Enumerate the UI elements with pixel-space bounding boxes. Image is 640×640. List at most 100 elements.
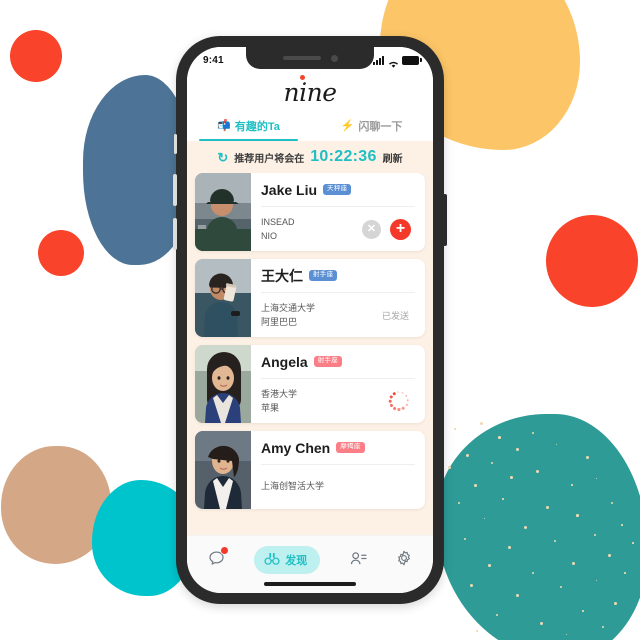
avatar	[195, 345, 251, 423]
user-meta: 上海创智活大学	[261, 480, 324, 494]
avatar	[195, 431, 251, 509]
decor-speckle	[582, 610, 584, 612]
status-time: 9:41	[203, 55, 224, 66]
add-user-button[interactable]: +	[390, 219, 411, 240]
decor-speckle	[491, 462, 493, 464]
volume-up-button[interactable]	[173, 174, 177, 206]
decor-speckle	[624, 572, 626, 574]
decor-speckle	[621, 524, 623, 526]
decor-teal-blob	[436, 414, 640, 640]
card-body: Jake Liu 天秤座 INSEAD NIO ✕ +	[251, 173, 425, 251]
refresh-countdown-timer: 10:22:36	[310, 148, 376, 166]
decor-speckle	[516, 448, 519, 451]
user-name: 王大仁	[261, 266, 303, 286]
refresh-action-button[interactable]: 刷新	[383, 150, 403, 165]
user-school: INSEAD	[261, 216, 295, 228]
decor-speckle	[496, 614, 498, 616]
decor-speckle	[458, 502, 460, 504]
screenshot-canvas: 9:41 nine 📬 有趣的Ta ⚡ 闪聊一下 ↻ 推荐用户将会在 10:22…	[0, 0, 640, 640]
decor-red-circle-top-left	[10, 30, 62, 82]
card-footer: 上海创智活大学	[261, 465, 415, 509]
decor-speckle	[614, 602, 617, 605]
table-row[interactable]: 王大仁 射手座 上海交通大学 阿里巴巴 已发送	[195, 259, 425, 337]
decor-red-circle-right	[546, 215, 638, 307]
card-header: 王大仁 射手座	[261, 259, 415, 293]
decor-speckle	[480, 422, 483, 425]
refresh-icon: ↻	[217, 151, 228, 164]
decor-speckle	[602, 626, 604, 628]
user-school: 香港大学	[261, 388, 297, 400]
volume-down-button[interactable]	[173, 218, 177, 250]
phone-device: 9:41 nine 📬 有趣的Ta ⚡ 闪聊一下 ↻ 推荐用户将会在 10:22…	[176, 36, 444, 604]
wifi-icon	[388, 56, 399, 65]
avatar	[195, 173, 251, 251]
refresh-banner: ↻ 推荐用户将会在 10:22:36 刷新	[187, 141, 433, 173]
card-footer: INSEAD NIO ✕ +	[261, 207, 415, 251]
nav-item-discover-label: 发现	[285, 552, 307, 568]
battery-icon	[402, 56, 419, 65]
decor-speckle	[464, 538, 466, 540]
user-name: Amy Chen	[261, 440, 330, 456]
decor-speckle	[476, 630, 478, 632]
user-school: 上海创智活大学	[261, 480, 324, 492]
decor-speckle	[502, 498, 504, 500]
phone-screen: 9:41 nine 📬 有趣的Ta ⚡ 闪聊一下 ↻ 推荐用户将会在 10:22…	[187, 47, 433, 593]
table-row[interactable]: Angela 射手座 香港大学 苹果	[195, 345, 425, 423]
decor-speckle	[540, 622, 543, 625]
decor-speckle	[510, 476, 513, 479]
user-company: 苹果	[261, 402, 297, 414]
decor-speckle	[546, 506, 549, 509]
sent-status-label: 已发送	[382, 309, 415, 322]
card-header: Amy Chen 摩羯座	[261, 431, 415, 465]
tab-flashchat[interactable]: ⚡ 闪聊一下	[310, 111, 433, 141]
decor-speckle	[571, 484, 573, 486]
decor-speckle	[466, 454, 469, 457]
user-name: Jake Liu	[261, 182, 317, 198]
power-button[interactable]	[443, 194, 447, 246]
nav-item-settings[interactable]	[396, 550, 412, 569]
decor-speckle	[576, 514, 579, 517]
decor-speckle	[560, 586, 562, 588]
card-body: Amy Chen 摩羯座 上海创智活大学	[251, 431, 425, 509]
signal-bars-icon	[373, 56, 384, 65]
user-meta: INSEAD NIO	[261, 216, 295, 242]
decor-speckle	[474, 484, 477, 487]
logo-dot-icon	[300, 75, 305, 80]
app-header: nine	[187, 73, 433, 111]
decor-speckle	[532, 572, 534, 574]
gear-icon	[396, 550, 412, 569]
decor-speckle	[611, 502, 613, 504]
decor-speckle	[454, 428, 456, 430]
mute-switch[interactable]	[174, 134, 177, 154]
notification-badge	[220, 546, 229, 555]
decor-speckle	[594, 534, 596, 536]
table-row[interactable]: Amy Chen 摩羯座 上海创智活大学	[195, 431, 425, 509]
refresh-prefix-label: 推荐用户将会在	[234, 150, 304, 165]
reject-button[interactable]: ✕	[362, 220, 381, 239]
decor-red-circle-left	[38, 230, 84, 276]
app-logo-text: nine	[284, 78, 337, 107]
tab-bar: 📬 有趣的Ta ⚡ 闪聊一下	[187, 111, 433, 141]
app-logo: nine	[284, 80, 337, 105]
decor-speckle	[470, 584, 473, 587]
speaker-grille-icon	[283, 56, 321, 60]
decor-speckle	[508, 546, 511, 549]
binoculars-icon	[264, 551, 280, 569]
nav-item-chat[interactable]	[208, 550, 225, 569]
user-company: 阿里巴巴	[261, 316, 315, 328]
lightning-icon: ⚡	[341, 121, 355, 132]
tab-interesting[interactable]: 📬 有趣的Ta	[187, 111, 310, 141]
table-row[interactable]: Jake Liu 天秤座 INSEAD NIO ✕ +	[195, 173, 425, 251]
decor-speckle	[596, 580, 597, 581]
loading-spinner-icon	[389, 391, 409, 411]
card-footer: 香港大学 苹果	[261, 379, 415, 423]
nav-item-discover[interactable]: 发现	[254, 546, 320, 574]
mailbox-icon: 📬	[217, 121, 231, 132]
nav-item-contacts[interactable]	[350, 551, 367, 569]
status-badge: 射手座	[314, 356, 342, 367]
tab-interesting-label: 有趣的Ta	[235, 118, 280, 134]
user-card-list[interactable]: Jake Liu 天秤座 INSEAD NIO ✕ + 王大仁 射手座 上海交通…	[187, 173, 433, 593]
decor-speckle	[596, 478, 597, 479]
user-meta: 上海交通大学 阿里巴巴	[261, 302, 315, 328]
decor-speckle	[608, 554, 611, 557]
